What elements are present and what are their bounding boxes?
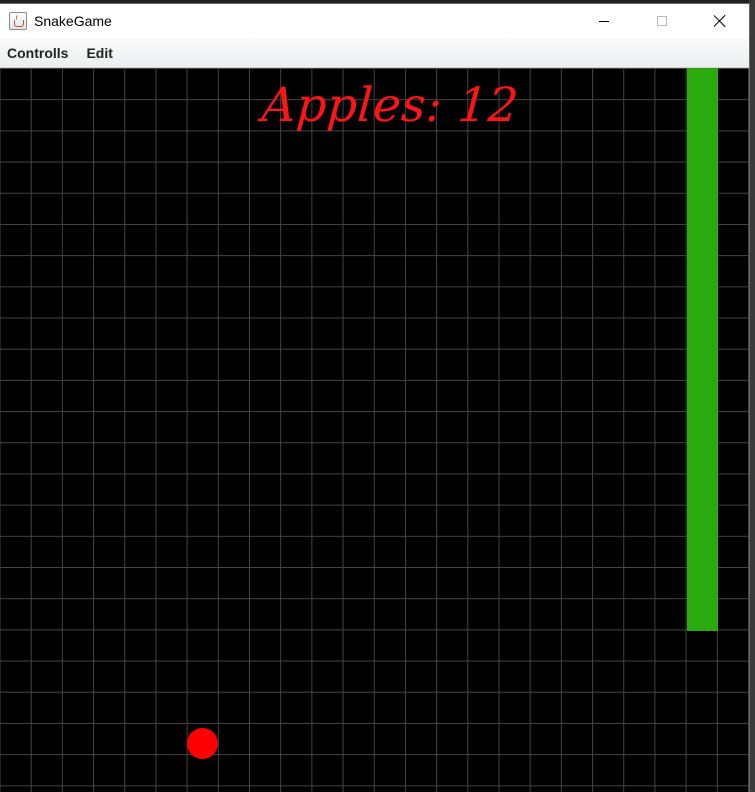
menu-controlls[interactable]: Controlls <box>0 38 76 68</box>
background-app-edge <box>749 0 755 792</box>
apples-score: Apples: 12 <box>260 78 521 133</box>
apple <box>187 728 218 759</box>
maximize-icon <box>657 16 667 26</box>
title-bar[interactable]: SnakeGame <box>0 4 749 38</box>
window-title: SnakeGame <box>34 13 112 29</box>
window-controls <box>575 4 749 38</box>
minimize-icon <box>599 20 609 22</box>
java-cup-icon <box>9 12 27 30</box>
close-button[interactable] <box>691 4 749 38</box>
game-board[interactable]: Apples: 12 <box>0 68 749 792</box>
snake-body <box>687 68 718 631</box>
snake-game-window: SnakeGame Controlls Edit Apples: 12 <box>0 4 749 792</box>
menu-edit[interactable]: Edit <box>78 38 120 68</box>
minimize-button[interactable] <box>575 4 633 38</box>
maximize-button[interactable] <box>633 4 691 38</box>
menu-bar: Controlls Edit <box>0 38 749 68</box>
close-icon <box>713 14 727 28</box>
